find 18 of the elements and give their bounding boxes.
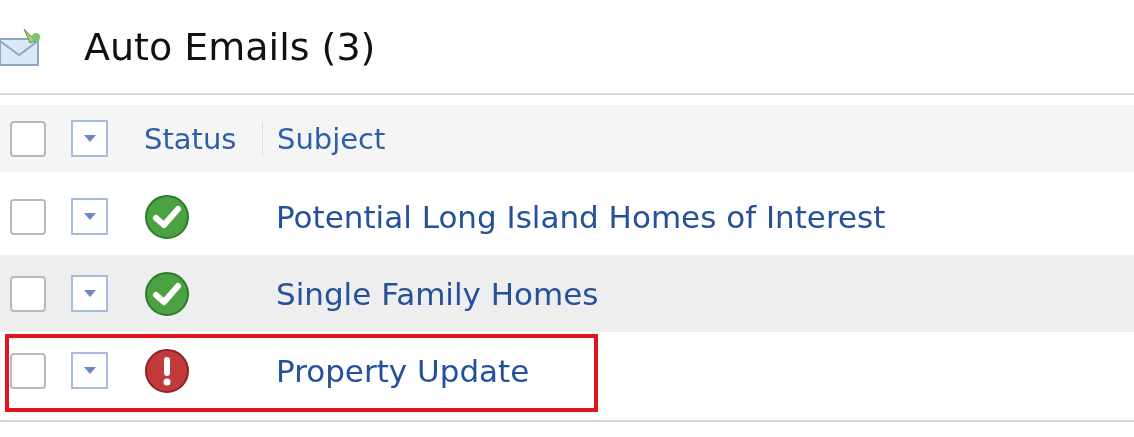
caret-icon [82,212,97,221]
checkbox[interactable] [10,275,46,312]
subject-link[interactable]: Potential Long Island Homes of Interest [276,198,886,235]
checkbox[interactable] [10,352,46,389]
column-header[interactable]: Status [144,121,237,156]
caret-icon [82,366,97,375]
dropdown-button[interactable] [71,198,108,235]
subject-link[interactable]: Single Family Homes [276,275,599,312]
caret-icon [82,289,97,298]
column-header[interactable]: Subject [277,121,386,156]
checkbox[interactable] [10,198,46,235]
checkbox[interactable] [10,120,46,157]
subject-link[interactable]: Property Update [276,352,530,389]
page-title: Auto Emails (3) [84,24,376,69]
dropdown-button[interactable] [71,275,108,312]
dropdown-button[interactable] [71,120,108,157]
dropdown-button[interactable] [71,352,108,389]
caret-icon [82,134,97,143]
